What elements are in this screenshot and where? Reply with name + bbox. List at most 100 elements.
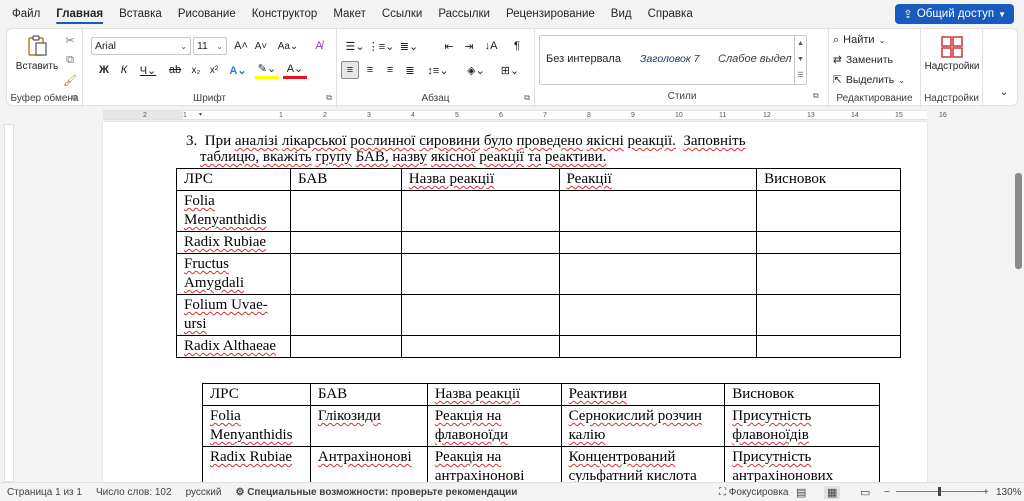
table-cell[interactable]: Folium Uvae-ursi <box>176 294 291 336</box>
tab-references[interactable]: Ссылки <box>374 8 431 20</box>
tab-mailings[interactable]: Рассылки <box>430 8 498 20</box>
focus-button[interactable]: ⛶ Фокусировка <box>712 487 796 498</box>
format-painter-icon[interactable]: 🖌 <box>63 73 77 87</box>
table-cell[interactable] <box>400 335 560 358</box>
table-cell[interactable]: Radix Althaeae <box>176 335 291 358</box>
table-cell[interactable] <box>558 190 758 232</box>
decrease-indent-icon[interactable]: ⇤ <box>441 37 457 55</box>
zoom-in-button[interactable]: + <box>983 487 989 498</box>
align-left-icon[interactable]: ≡ <box>341 61 359 79</box>
style-no-spacing[interactable]: Без интервала <box>546 53 621 65</box>
vertical-ruler[interactable] <box>4 124 14 482</box>
highlight-icon[interactable]: ✎⌄ <box>255 61 279 79</box>
copy-icon[interactable]: ⧉ <box>63 53 77 67</box>
style-subtle-emphasis[interactable]: Слабое выдел <box>718 53 792 65</box>
line-spacing-icon[interactable]: ↕≡⌄ <box>425 61 451 79</box>
table-cell[interactable]: Присутність антрахінонових сполук <box>724 446 880 482</box>
table-cell[interactable] <box>289 294 402 336</box>
addins-button[interactable]: Надстройки <box>923 33 981 75</box>
zoom-level[interactable]: 130% <box>996 487 1022 498</box>
table-cell[interactable] <box>289 231 402 254</box>
table-cell[interactable] <box>756 253 901 295</box>
borders-icon[interactable]: ⊞⌄ <box>497 61 523 79</box>
header-cell[interactable]: БАВ <box>309 383 428 406</box>
table-cell[interactable] <box>756 190 901 232</box>
tab-file[interactable]: Файл <box>4 8 48 20</box>
table-cell[interactable]: Антрахінонові <box>309 446 428 482</box>
font-color-icon[interactable]: A⌄ <box>283 61 307 79</box>
table-cell[interactable] <box>756 335 901 358</box>
table-cell[interactable]: Концентрований сульфатний кислота <box>560 446 726 482</box>
table-cell[interactable]: Radix Rubiae <box>202 446 311 482</box>
shading-icon[interactable]: ◈⌄ <box>463 61 489 79</box>
page-count[interactable]: Страница 1 из 1 <box>0 487 89 498</box>
numbering-icon[interactable]: ⋮≡⌄ <box>368 37 395 55</box>
collapse-ribbon-icon[interactable]: ⌄ <box>997 85 1011 99</box>
table-cell[interactable] <box>558 335 758 358</box>
change-case-icon[interactable]: Aa⌄ <box>275 37 301 55</box>
horizontal-ruler[interactable]: ▾ 2 1 1 2 3 4 5 6 7 8 9 10 11 12 13 14 15 16 <box>103 110 947 120</box>
grow-font-icon[interactable]: A˄ <box>233 37 249 55</box>
bold-icon[interactable]: Ж <box>97 61 111 79</box>
table-cell[interactable]: Глікозиди <box>309 405 428 447</box>
zoom-slider-thumb[interactable] <box>938 487 941 496</box>
table-cell[interactable] <box>289 253 402 295</box>
web-layout-icon[interactable]: ▭ <box>860 486 870 499</box>
table-cell[interactable] <box>400 190 560 232</box>
vertical-scrollbar[interactable] <box>1014 110 1024 482</box>
tab-view[interactable]: Вид <box>603 8 640 20</box>
sort-icon[interactable]: ↓A <box>483 37 499 55</box>
table-cell[interactable]: Присутність флавоноїдів <box>724 405 880 447</box>
tab-home[interactable]: Главная <box>48 8 111 20</box>
table-cell[interactable]: Folia Menyanthidis <box>202 405 311 447</box>
text-effects-icon[interactable]: A⌄ <box>227 61 249 79</box>
style-heading-7[interactable]: Заголовок 7 <box>640 53 700 65</box>
align-center-icon[interactable]: ≡ <box>361 61 379 79</box>
table-empty[interactable]: ЛРС БАВ Назва реакції Реакції Висновок F… <box>176 168 901 358</box>
indent-marker-icon[interactable]: ▾ <box>199 111 202 118</box>
table-cell[interactable] <box>400 231 560 254</box>
tab-insert[interactable]: Вставка <box>111 8 170 20</box>
paste-button[interactable]: Вставить <box>15 33 59 73</box>
styles-scroll[interactable]: ▲ ▼ ☰ <box>794 36 806 84</box>
table-cell[interactable]: Реакція на флавоноїди <box>426 405 562 447</box>
table-cell[interactable] <box>289 335 402 358</box>
strikethrough-icon[interactable]: ab <box>167 61 183 79</box>
header-cell[interactable]: Висновок <box>756 168 901 191</box>
clear-formatting-icon[interactable]: A̸ <box>311 37 327 55</box>
replace-button[interactable]: ⇄ Заменить <box>833 52 893 68</box>
dialog-launcher-icon[interactable]: ⧉ <box>813 91 819 101</box>
word-count[interactable]: Число слов: 102 <box>89 487 179 498</box>
table-cell[interactable] <box>400 253 560 295</box>
header-cell[interactable]: Реакції <box>558 168 758 191</box>
header-cell[interactable]: Висновок <box>724 383 880 406</box>
print-layout-icon[interactable]: ▦ <box>824 485 841 499</box>
table-cell[interactable]: Fructus Amygdali <box>176 253 291 295</box>
header-cell[interactable]: ЛРС <box>176 168 291 191</box>
table-cell[interactable]: Folia Menyanthidis <box>176 190 291 232</box>
header-cell[interactable]: БАВ <box>289 168 402 191</box>
cut-icon[interactable]: ✂ <box>63 33 77 47</box>
table-cell[interactable] <box>558 294 758 336</box>
table-cell[interactable]: Radix Rubiae <box>176 231 291 254</box>
language-indicator[interactable]: русский <box>179 487 229 498</box>
font-size-dropdown[interactable]: 11 ⌄ <box>193 37 227 55</box>
dialog-launcher-icon[interactable]: ⧉ <box>72 93 78 103</box>
dialog-launcher-icon[interactable]: ⧉ <box>326 93 332 103</box>
accessibility-checker[interactable]: ⚙ Специальные возможности: проверьте рек… <box>228 487 524 498</box>
font-name-dropdown[interactable]: Arial ⌄ <box>91 37 191 55</box>
show-marks-icon[interactable]: ¶ <box>509 37 525 55</box>
superscript-icon[interactable]: x² <box>207 61 221 79</box>
subscript-icon[interactable]: x₂ <box>189 61 203 79</box>
tab-layout[interactable]: Макет <box>325 8 374 20</box>
table-cell[interactable] <box>558 253 758 295</box>
select-button[interactable]: ⇱ Выделить ⌄ <box>833 72 905 88</box>
justify-icon[interactable]: ≣ <box>401 61 419 79</box>
find-button[interactable]: ⌕ Найти ⌄ <box>833 32 885 48</box>
italic-icon[interactable]: К <box>117 61 131 79</box>
table-cell[interactable] <box>289 190 402 232</box>
table-cell[interactable] <box>400 294 560 336</box>
header-cell[interactable]: ЛРС <box>202 383 311 406</box>
header-cell[interactable]: Назва реакції <box>426 383 562 406</box>
table-cell[interactable]: Реакція на антрахінонові <box>426 446 562 482</box>
